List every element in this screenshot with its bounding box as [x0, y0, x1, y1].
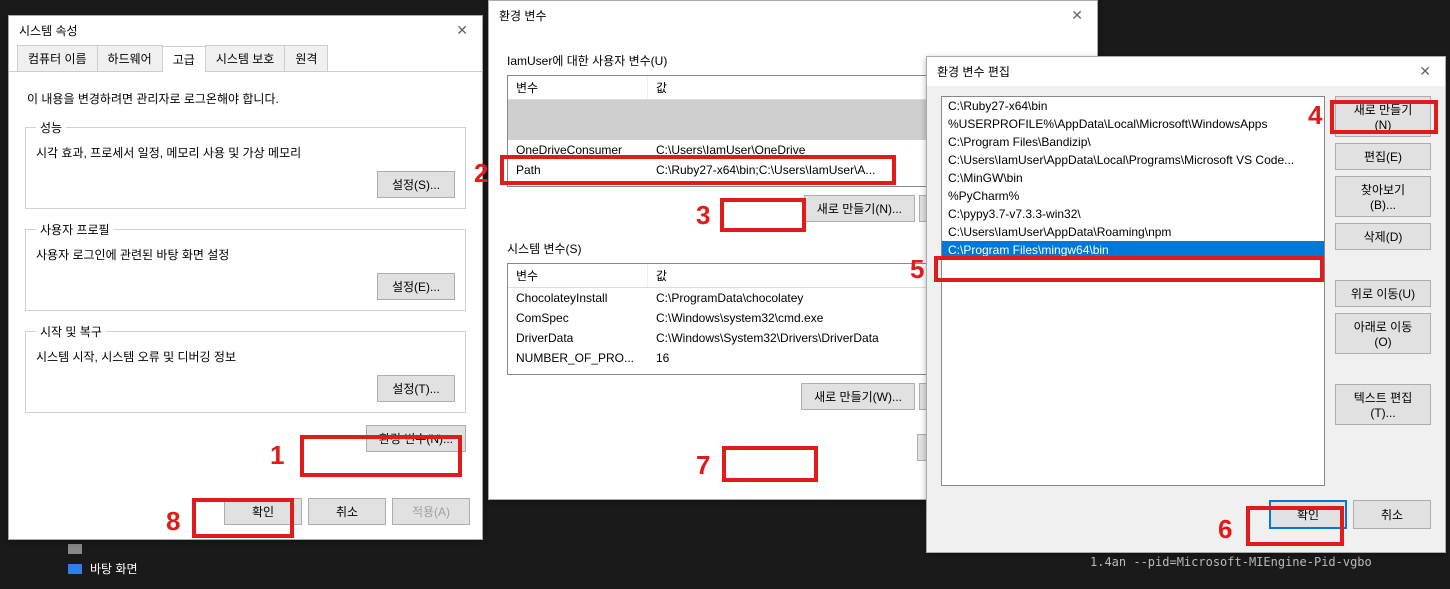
tab-advanced[interactable]: 고급 [162, 46, 206, 72]
user-profile-desc: 사용자 로그인에 관련된 바탕 화면 설정 [36, 246, 455, 263]
environment-variables-button[interactable]: 환경 변수(N)... [366, 425, 466, 452]
cell-name: NUMBER_OF_PRO... [508, 349, 648, 367]
tab-hardware[interactable]: 하드웨어 [97, 45, 163, 71]
cell-name: Path [508, 161, 648, 179]
titlebar: 시스템 속성 ✕ [9, 16, 482, 45]
path-item[interactable]: C:\Users\IamUser\AppData\Local\Programs\… [942, 151, 1324, 169]
col-variable: 변수 [508, 264, 648, 287]
cell-name: ChocolateyInstall [508, 289, 648, 307]
cell-name: OneDriveConsumer [508, 141, 648, 159]
path-item[interactable]: C:\Program Files\Bandizip\ [942, 133, 1324, 151]
startup-recovery-desc: 시스템 시작, 시스템 오류 및 디버깅 정보 [36, 348, 455, 365]
cancel-button[interactable]: 취소 [308, 498, 386, 525]
ok-button[interactable]: 확인 [1269, 500, 1347, 529]
cell-name: ComSpec [508, 309, 648, 327]
edit-environment-variable-dialog: 환경 변수 편집 ✕ C:\Ruby27-x64\bin %USERPROFIL… [926, 56, 1446, 553]
close-icon[interactable]: ✕ [450, 22, 474, 39]
user-profile-legend: 사용자 프로필 [36, 221, 114, 238]
close-icon[interactable]: ✕ [1413, 63, 1437, 80]
sys-new-button[interactable]: 새로 만들기(W)... [801, 383, 915, 410]
tab-strip: 컴퓨터 이름 하드웨어 고급 시스템 보호 원격 [9, 45, 482, 72]
explorer-sidebar: 바탕 화면 [60, 540, 360, 579]
move-up-button[interactable]: 위로 이동(U) [1335, 280, 1431, 307]
startup-recovery-settings-button[interactable]: 설정(T)... [377, 375, 455, 402]
edit-button[interactable]: 편집(E) [1335, 143, 1431, 170]
side-button-column: 새로 만들기(N) 편집(E) 찾아보기(B)... 삭제(D) 위로 이동(U… [1335, 96, 1431, 486]
admin-note: 이 내용을 변경하려면 관리자로 로그온해야 합니다. [27, 90, 466, 107]
titlebar: 환경 변수 편집 ✕ [927, 57, 1445, 86]
window-title: 환경 변수 편집 [937, 63, 1010, 80]
performance-legend: 성능 [36, 119, 66, 136]
user-profile-settings-button[interactable]: 설정(E)... [377, 273, 455, 300]
delete-button[interactable]: 삭제(D) [1335, 223, 1431, 250]
startup-recovery-group: 시작 및 복구 시스템 시작, 시스템 오류 및 디버깅 정보 설정(T)... [25, 323, 466, 413]
sidebar-item-desktop[interactable]: 바탕 화면 [60, 558, 360, 579]
cancel-button[interactable]: 취소 [1353, 500, 1431, 529]
performance-group: 성능 시각 효과, 프로세서 일정, 메모리 사용 및 가상 메모리 설정(S)… [25, 119, 466, 209]
terminal-text: 1.4an --pid=Microsoft-MIEngine-Pid-vgbo [1090, 555, 1372, 569]
path-item[interactable]: C:\Users\IamUser\AppData\Roaming\npm [942, 223, 1324, 241]
user-new-button[interactable]: 새로 만들기(N)... [804, 195, 915, 222]
user-profile-group: 사용자 프로필 사용자 로그인에 관련된 바탕 화면 설정 설정(E)... [25, 221, 466, 311]
window-title: 시스템 속성 [19, 22, 78, 39]
system-properties-dialog: 시스템 속성 ✕ 컴퓨터 이름 하드웨어 고급 시스템 보호 원격 이 내용을 … [8, 15, 483, 540]
path-item[interactable]: C:\Ruby27-x64\bin [942, 97, 1324, 115]
ok-button[interactable]: 확인 [224, 498, 302, 525]
path-item[interactable]: C:\pypy3.7-v7.3.3-win32\ [942, 205, 1324, 223]
new-button[interactable]: 새로 만들기(N) [1335, 96, 1431, 137]
browse-button[interactable]: 찾아보기(B)... [1335, 176, 1431, 217]
text-edit-button[interactable]: 텍스트 편집(T)... [1335, 384, 1431, 425]
tab-remote[interactable]: 원격 [284, 45, 328, 71]
apply-button[interactable]: 적용(A) [392, 498, 470, 525]
sidebar-item [60, 540, 360, 558]
path-item-selected[interactable]: C:\Program Files\mingw64\bin [942, 241, 1324, 259]
close-icon[interactable]: ✕ [1065, 7, 1089, 24]
move-down-button[interactable]: 아래로 이동(O) [1335, 313, 1431, 354]
performance-settings-button[interactable]: 설정(S)... [377, 171, 455, 198]
path-item[interactable]: %PyCharm% [942, 187, 1324, 205]
tab-system-protection[interactable]: 시스템 보호 [205, 45, 286, 71]
window-title: 환경 변수 [499, 7, 547, 24]
startup-recovery-legend: 시작 및 복구 [36, 323, 106, 340]
path-item[interactable]: C:\MinGW\bin [942, 169, 1324, 187]
cell-name [508, 101, 648, 105]
performance-desc: 시각 효과, 프로세서 일정, 메모리 사용 및 가상 메모리 [36, 144, 455, 161]
col-variable: 변수 [508, 76, 648, 99]
path-list[interactable]: C:\Ruby27-x64\bin %USERPROFILE%\AppData\… [941, 96, 1325, 486]
tab-computer-name[interactable]: 컴퓨터 이름 [17, 45, 98, 71]
cell-name: DriverData [508, 329, 648, 347]
titlebar: 환경 변수 ✕ [489, 1, 1097, 30]
sidebar-item-label: 바탕 화면 [90, 560, 138, 577]
path-item[interactable]: %USERPROFILE%\AppData\Local\Microsoft\Wi… [942, 115, 1324, 133]
